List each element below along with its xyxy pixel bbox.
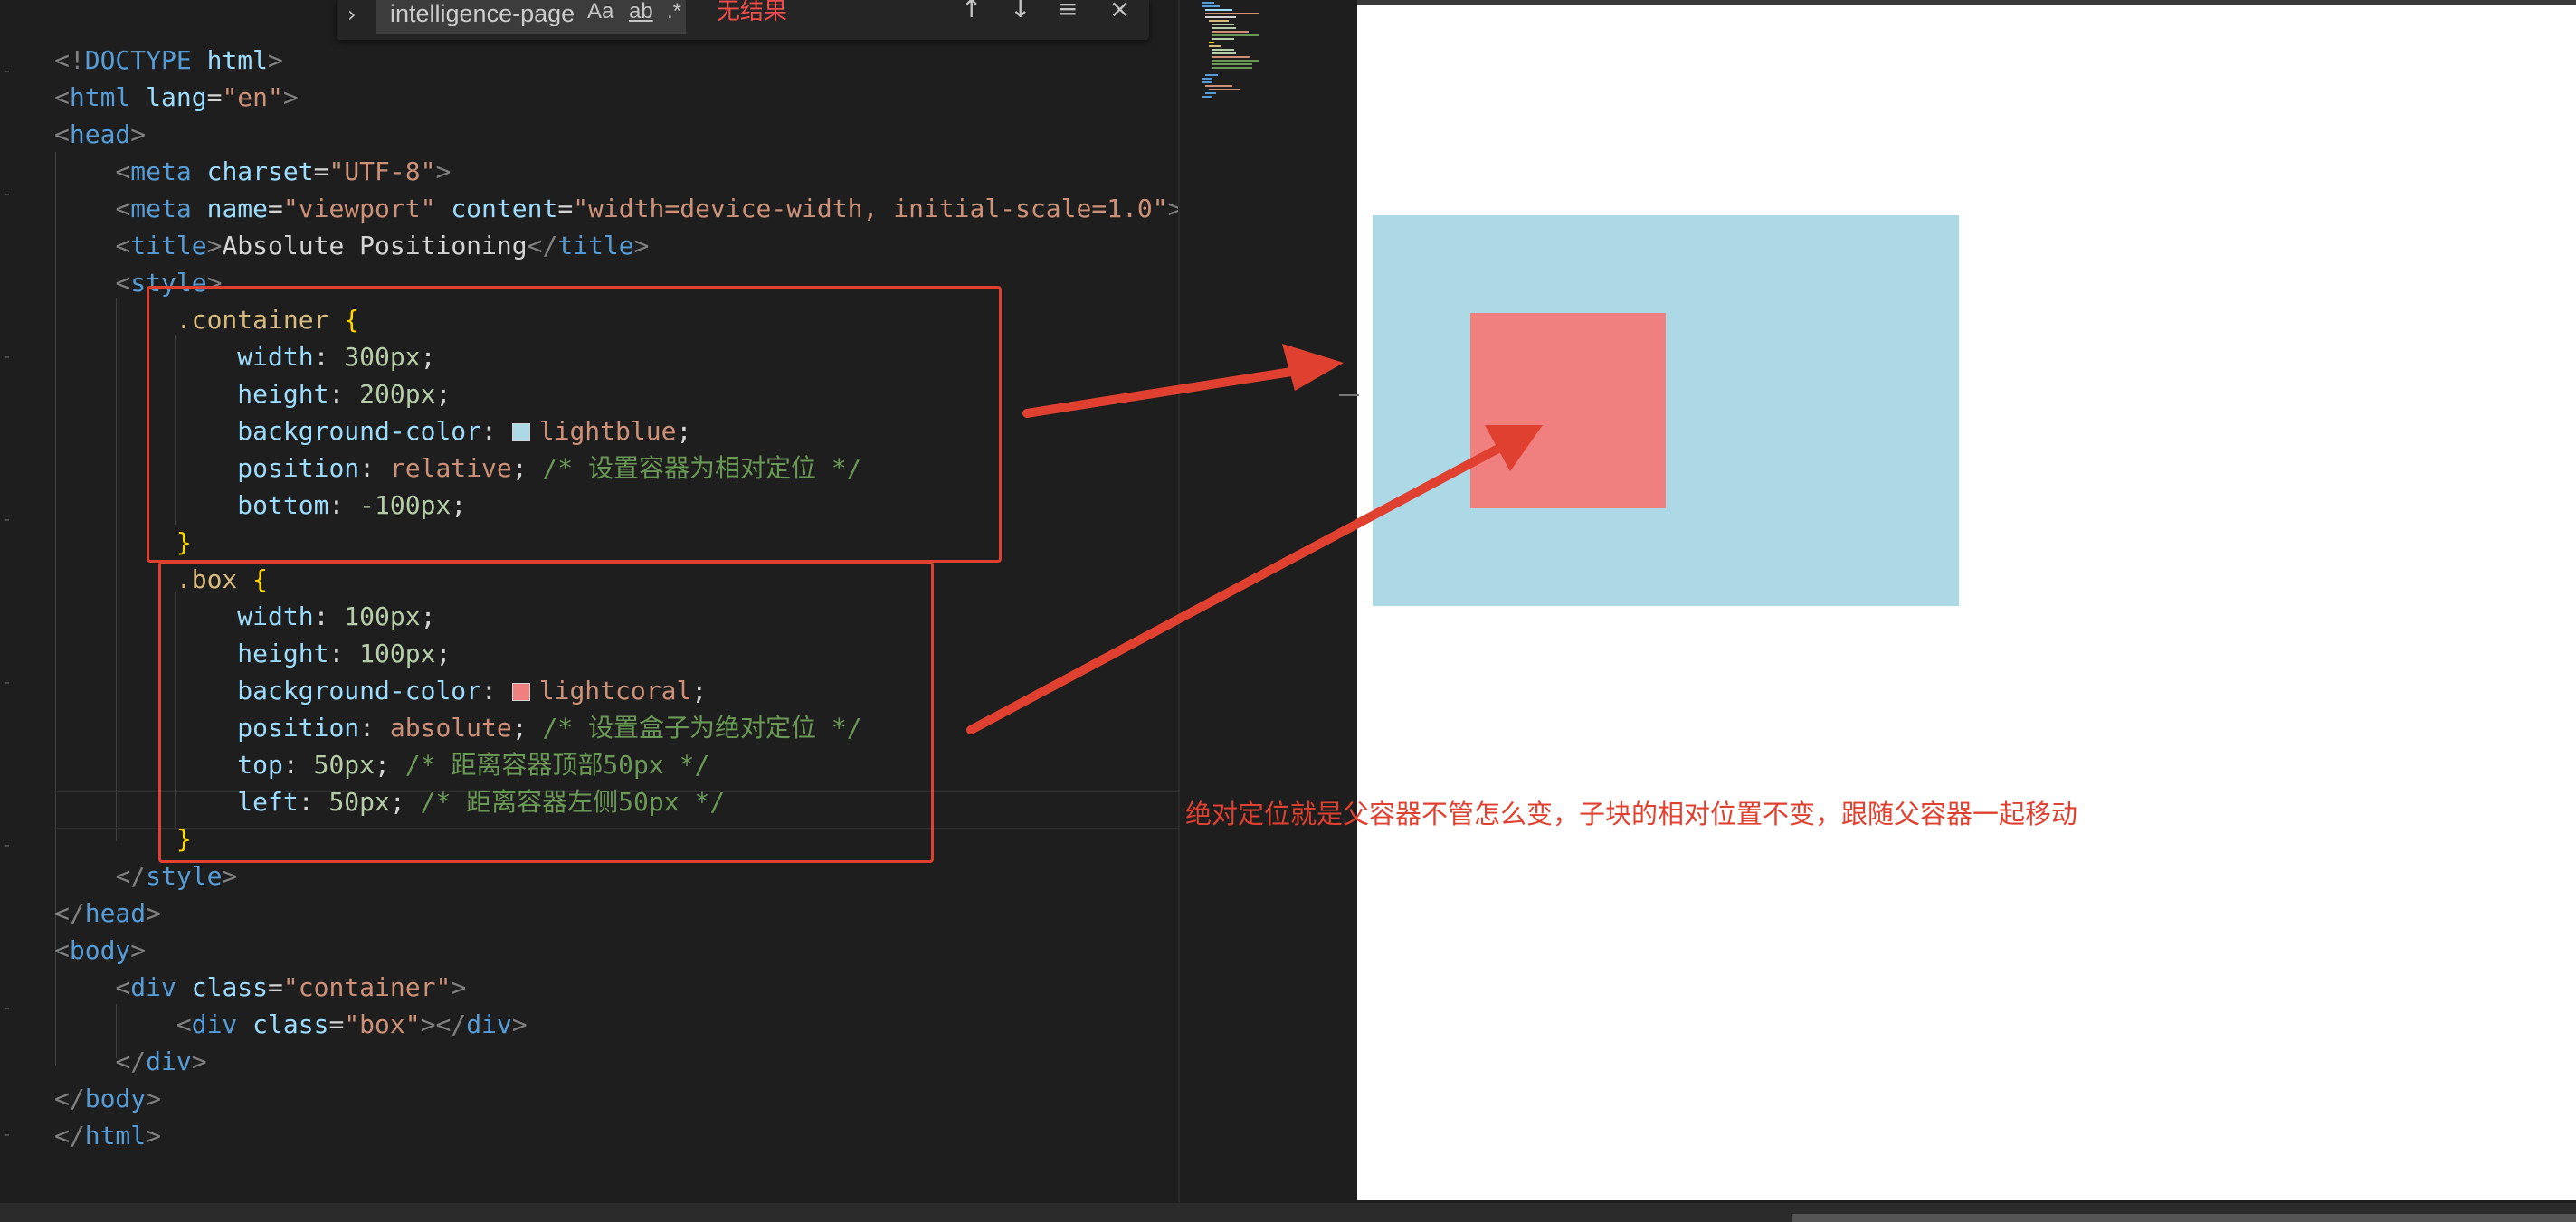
find-input-value: intelligence-page [390,1,575,26]
code-line-1: <!DOCTYPE html> [54,45,283,75]
gutter-marker [5,356,9,358]
find-input[interactable]: intelligence-page Aa ab .* [376,0,686,34]
find-result-status: 无结果 [717,0,788,24]
browser-preview [1357,5,2576,1200]
preview-box-lightcoral [1470,313,1666,508]
gutter-marker [5,1134,9,1136]
code-line-2: <html lang="en"> [54,82,299,112]
annotation-text: 绝对定位就是父容器不管怎么变，子块的相对位置不变，跟随父容器一起移动 [1185,800,2078,829]
code-line-25: <body> [54,935,147,965]
gutter-marker [5,845,9,847]
highlight-box-box-rule [158,561,934,863]
find-widget: › intelligence-page Aa ab .* 无结果 ↑ ↓ ≡ × [337,0,1149,40]
previous-match-arrow-icon[interactable]: ↑ [961,0,982,22]
close-icon[interactable]: × [1109,0,1130,22]
code-line-26: <div class="container"> [115,972,467,1002]
code-line-27: <div class="box"></div> [176,1009,528,1039]
gutter-marker [5,194,9,195]
code-line-24: </head> [54,898,162,928]
whole-word-icon[interactable]: ab [629,1,653,23]
gutter-marker [5,71,9,72]
find-in-selection-icon[interactable]: ≡ [1057,0,1078,22]
code-editor[interactable]: <!DOCTYPE html> <html lang="en"> <head> … [0,0,1178,1203]
code-line-4: <meta charset="UTF-8"> [115,156,452,186]
match-case-icon[interactable]: Aa [587,1,613,23]
status-bar [0,1203,2576,1222]
code-line-29: </body> [54,1084,162,1113]
code-line-3: <head> [54,119,147,149]
next-match-arrow-icon[interactable]: ↓ [1010,0,1031,22]
code-line-6: <title>Absolute Positioning</title> [115,231,650,261]
horizontal-scrollbar[interactable] [1792,1214,2576,1222]
code-line-30: </html> [54,1121,162,1151]
gutter-marker [5,682,9,684]
regex-icon[interactable]: .* [667,1,681,23]
gutter-marker [5,1008,9,1009]
preview-container-lightblue [1373,215,1959,606]
minimap[interactable] [1178,0,1359,1203]
code-line-28: </div> [115,1047,207,1076]
highlight-box-container-rule [147,286,1002,563]
code-line-23: </style> [115,861,238,891]
toggle-replace-chevron-icon[interactable]: › [347,2,356,27]
code-line-5: <meta name="viewport" content="width=dev… [115,194,1178,223]
gutter-marker [5,519,9,521]
